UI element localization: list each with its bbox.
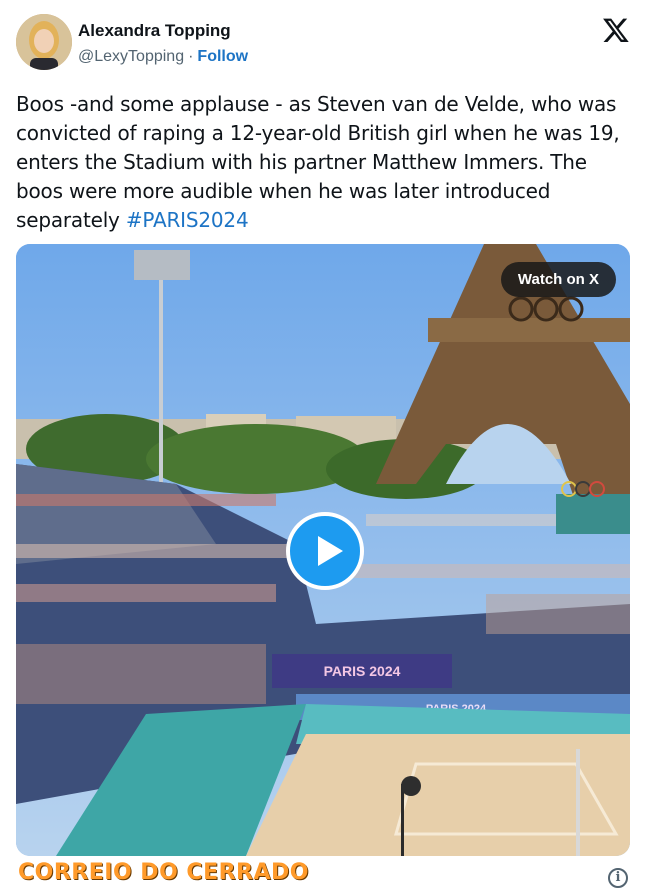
- watch-on-x-button[interactable]: Watch on X: [500, 262, 616, 297]
- play-button[interactable]: [286, 512, 364, 590]
- follow-button[interactable]: Follow: [197, 48, 248, 65]
- tweet-header: Alexandra Topping @LexyTopping · Follow: [16, 14, 634, 74]
- handle-row: @LexyTopping · Follow: [78, 48, 248, 66]
- tweet-body: Boos -and some applause - as Steven van …: [16, 92, 620, 232]
- play-icon: [318, 536, 343, 566]
- x-logo-icon[interactable]: [602, 16, 630, 44]
- avatar[interactable]: [16, 14, 72, 70]
- info-icon[interactable]: i: [608, 868, 628, 888]
- video-player[interactable]: PARIS 2024 PARIS 2024 Watch on X: [16, 244, 630, 856]
- separator-dot: ·: [188, 48, 194, 65]
- tweet-footer: CORREIO DO CERRADO i: [0, 858, 650, 894]
- paris2024-banner: PARIS 2024: [324, 663, 401, 679]
- author-handle[interactable]: @LexyTopping: [78, 48, 184, 65]
- tweet-text: Boos -and some applause - as Steven van …: [16, 90, 636, 235]
- hashtag-link[interactable]: #PARIS2024: [126, 208, 249, 232]
- author-name[interactable]: Alexandra Topping: [78, 21, 231, 41]
- watermark-logo: CORREIO DO CERRADO: [18, 860, 309, 885]
